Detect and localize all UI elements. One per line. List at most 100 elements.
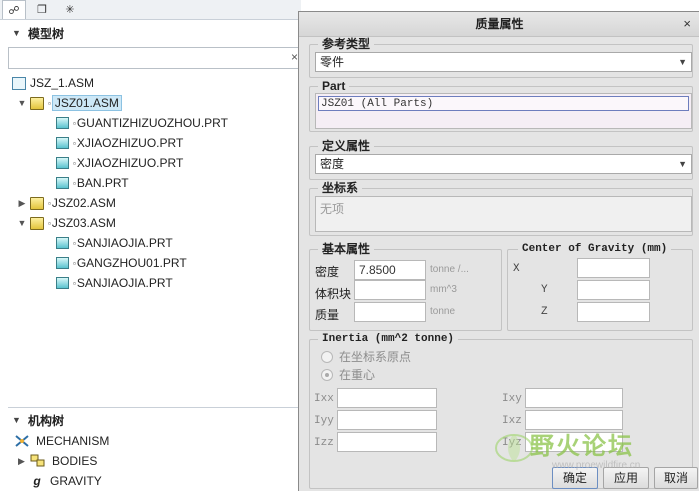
volume-field[interactable] [354, 280, 426, 300]
bodies-icon [30, 454, 45, 467]
tree-node[interactable]: ▫ XJIAOZHIZUO.PRT [54, 153, 183, 173]
bodies-label: BODIES [52, 454, 98, 468]
ref-type-value: 零件 [320, 55, 345, 69]
tree-node-label: GUANTIZHIZUOZHOU.PRT [76, 116, 228, 130]
izz-label: Izz [314, 437, 334, 449]
tree-node-label: JSZ01.ASM [51, 95, 122, 111]
component-link-icon: ▫ [73, 138, 76, 148]
tree-node[interactable]: ▫ XJIAOZHIZUO.PRT [54, 133, 183, 153]
component-link-icon: ▫ [73, 178, 76, 188]
model-tree-header[interactable]: ▼ 模型树 [0, 22, 301, 44]
chevron-down-icon: ▼ [678, 159, 687, 169]
ixy-field[interactable] [525, 388, 623, 408]
csys-field[interactable]: 无项 [315, 196, 692, 232]
expand-arrow-icon[interactable]: ▼ [16, 218, 28, 228]
cog-x-field[interactable] [577, 258, 650, 278]
mechanism-icon [15, 435, 29, 447]
mass-field[interactable] [354, 302, 426, 322]
mass-label: 质量 [315, 308, 340, 322]
tree-node[interactable]: ▫ GUANTIZHIZUOZHOU.PRT [54, 113, 228, 133]
part-icon [56, 177, 69, 189]
favorites-tab[interactable]: ✳ [58, 0, 82, 19]
iyy-field[interactable] [337, 410, 437, 430]
define-select[interactable]: 密度 ▼ [315, 154, 692, 174]
cog-label: Center of Gravity (mm) [518, 242, 672, 256]
assembly-icon [30, 96, 44, 110]
part-list-item[interactable]: JSZ01 (All Parts) [318, 96, 689, 111]
collapse-triangle-icon[interactable]: ▼ [12, 415, 22, 425]
ixz-field[interactable] [525, 410, 623, 430]
model-tree: JSZ_1.ASM ▼ ▫ JSZ01.ASM ▫ GUANTIZHIZUOZHOU.PR… [8, 73, 301, 403]
tree-node[interactable]: ▫ SANJIAOJIA.PRT [54, 233, 173, 253]
mechanism-label: MECHANISM [36, 434, 110, 448]
density-field[interactable]: 7.8500 [354, 260, 426, 280]
gravity-node[interactable]: g GRAVITY [30, 471, 101, 491]
component-link-icon: ▫ [73, 278, 76, 288]
ref-type-label: 参考类型 [318, 37, 375, 51]
folder-browser-tab[interactable]: ❐ [30, 0, 54, 19]
inertia-cog-radio[interactable]: 在重心 [321, 366, 375, 383]
iyz-label: Iyz [502, 437, 522, 449]
apply-button[interactable]: 应用 [603, 467, 649, 489]
ixx-field[interactable] [337, 388, 437, 408]
mass-properties-dialog: 质量属性 × 参考类型 零件 ▼ Part JSZ01 (All Parts) … [298, 11, 699, 491]
top-assembly-icon [12, 76, 26, 90]
tree-node[interactable]: ▫ SANJIAOJIA.PRT [54, 273, 173, 293]
iyz-field[interactable] [525, 432, 623, 452]
izz-field[interactable] [337, 432, 437, 452]
collapse-triangle-icon[interactable]: ▼ [12, 28, 22, 38]
density-label: 密度 [315, 265, 340, 279]
tree-node[interactable]: ▼ ▫ JSZ01.ASM [16, 93, 122, 113]
part-icon [56, 237, 69, 249]
part-icon [56, 277, 69, 289]
bodies-node[interactable]: ▶ BODIES [18, 451, 97, 471]
tree-node[interactable]: ▫ GANGZHOU01.PRT [54, 253, 187, 273]
mechanism-tree-header[interactable]: ▼ 机构树 [0, 409, 301, 431]
model-tree-tab[interactable]: ☍ [2, 0, 26, 19]
density-value: 7.8500 [359, 263, 396, 277]
mechanism-node[interactable]: MECHANISM [14, 431, 109, 451]
iyy-label: Iyy [314, 415, 334, 427]
define-label: 定义属性 [318, 139, 375, 153]
part-icon [56, 257, 69, 269]
radio-icon [321, 350, 333, 363]
tree-node-label: XJIAOZHIZUO.PRT [76, 136, 184, 150]
tree-node[interactable]: ▫ BAN.PRT [54, 173, 129, 193]
expand-arrow-icon[interactable]: ▶ [18, 456, 30, 467]
assembly-icon [30, 216, 44, 230]
tree-node-label: SANJIAOJIA.PRT [76, 276, 173, 290]
tree-node-label: JSZ03.ASM [51, 216, 116, 230]
component-link-icon: ▫ [48, 198, 51, 208]
component-link-icon: ▫ [73, 118, 76, 128]
divider [8, 407, 301, 408]
tree-node-label: GANGZHOU01.PRT [76, 256, 187, 270]
tree-node[interactable]: ▼ ▫ JSZ03.ASM [16, 213, 116, 233]
expand-arrow-icon[interactable]: ▼ [16, 98, 28, 108]
expand-arrow-icon[interactable]: ▶ [16, 198, 28, 209]
part-label: Part [318, 79, 350, 93]
cog-x-label: X [513, 263, 520, 275]
tree-search-input[interactable]: × [8, 47, 301, 69]
component-link-icon: ▫ [48, 98, 51, 108]
assembly-icon [30, 196, 44, 210]
cog-z-field[interactable] [577, 302, 650, 322]
radio-selected-icon [321, 368, 333, 381]
close-icon[interactable]: × [683, 16, 691, 31]
cancel-button[interactable]: 取消 [654, 467, 698, 489]
model-tree-title: 模型树 [28, 26, 65, 41]
part-icon [56, 137, 69, 149]
inertia-origin-radio[interactable]: 在坐标系原点 [321, 348, 411, 365]
tree-node[interactable]: ▶ ▫ JSZ02.ASM [16, 193, 116, 213]
tree-node-label: XJIAOZHIZUO.PRT [76, 156, 184, 170]
mechanism-tree-title: 机构树 [28, 413, 65, 428]
csys-label: 坐标系 [318, 181, 363, 195]
ref-type-select[interactable]: 零件 ▼ [315, 52, 692, 72]
tree-node[interactable]: JSZ_1.ASM [12, 73, 94, 93]
basic-props-label: 基本属性 [318, 242, 375, 256]
component-link-icon: ▫ [48, 218, 51, 228]
part-list[interactable]: JSZ01 (All Parts) [315, 93, 692, 129]
component-link-icon: ▫ [73, 158, 76, 168]
clear-search-icon[interactable]: × [291, 50, 298, 64]
cog-y-field[interactable] [577, 280, 650, 300]
ok-button[interactable]: 确定 [552, 467, 598, 489]
